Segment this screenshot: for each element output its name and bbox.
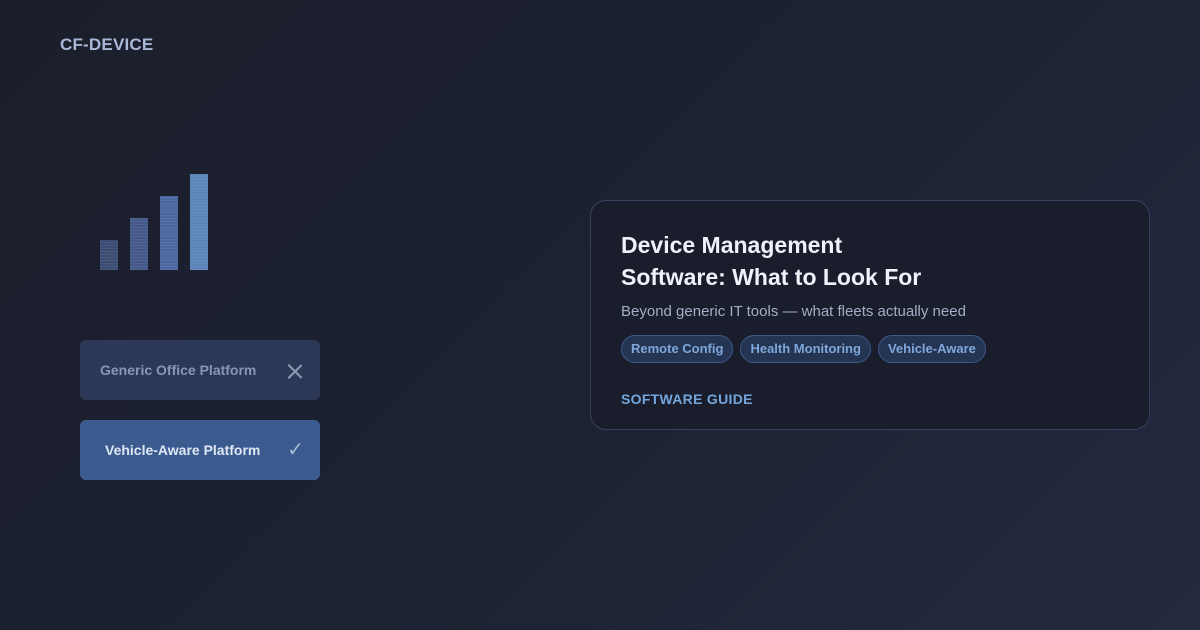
vehicle-platform-option: Vehicle-Aware Platform ✓ — [80, 420, 320, 480]
category-label: SOFTWARE GUIDE — [621, 391, 753, 407]
signal-bar — [130, 218, 148, 270]
tag-list: Remote Config Health Monitoring Vehicle-… — [621, 335, 1119, 363]
signal-bar — [190, 174, 208, 270]
generic-platform-option: Generic Office Platform — [80, 340, 320, 400]
close-icon — [286, 362, 304, 380]
article-subtitle: Beyond generic IT tools — what fleets ac… — [621, 303, 966, 320]
check-icon: ✓ — [287, 439, 304, 461]
generic-platform-label: Generic Office Platform — [100, 362, 257, 378]
article-card: Device Management Software: What to Look… — [590, 200, 1150, 430]
vehicle-platform-label: Vehicle-Aware Platform — [105, 442, 261, 458]
signal-bar — [100, 240, 118, 270]
signal-bars-icon — [100, 174, 210, 270]
article-title: Device Management Software: What to Look… — [621, 232, 922, 290]
brand-logo: CF-DEVICE — [60, 35, 154, 54]
signal-bar — [160, 196, 178, 270]
tag-health-monitoring: Health Monitoring — [740, 335, 871, 363]
tag-vehicle-aware: Vehicle-Aware — [877, 335, 986, 363]
tag-remote-config: Remote Config — [621, 335, 734, 363]
